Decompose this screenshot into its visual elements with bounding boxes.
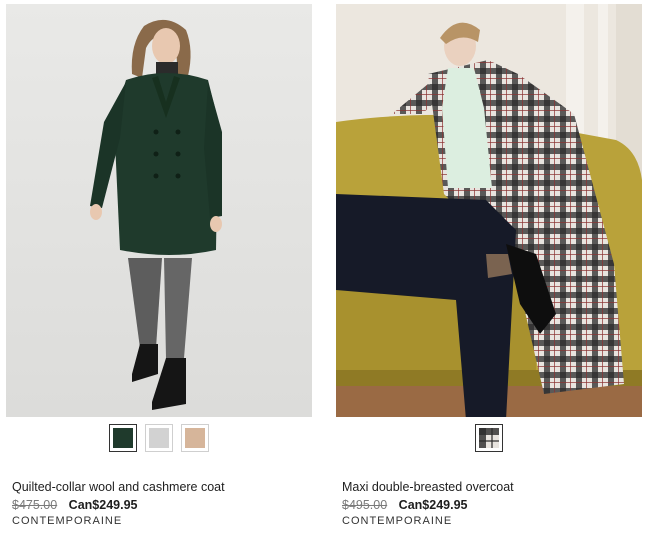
swatch-chip (185, 428, 205, 448)
color-swatch-green[interactable] (109, 424, 137, 452)
swatch-chip (479, 428, 499, 448)
product-image[interactable] (6, 4, 312, 417)
price-row: $475.00 Can$249.95 (12, 497, 312, 513)
brand-name: CONTEMPORAINE (12, 515, 123, 527)
sale-price: Can$249.95 (398, 498, 468, 512)
color-swatches (336, 424, 642, 454)
brand-name: CONTEMPORAINE (342, 515, 453, 527)
color-swatch-grey[interactable] (145, 424, 173, 452)
product-name[interactable]: Quilted-collar wool and cashmere coat (12, 480, 312, 495)
color-swatches (6, 424, 312, 454)
original-price: $495.00 (342, 498, 388, 512)
original-price: $475.00 (12, 498, 58, 512)
product-info: Quilted-collar wool and cashmere coat $4… (12, 480, 312, 528)
product-info: Maxi double-breasted overcoat $495.00 Ca… (342, 480, 642, 528)
swatch-chip (113, 428, 133, 448)
sale-price: Can$249.95 (68, 498, 138, 512)
price-row: $495.00 Can$249.95 (342, 497, 642, 513)
product-image[interactable] (336, 4, 642, 417)
color-swatch-camel[interactable] (181, 424, 209, 452)
color-swatch-plaid[interactable] (475, 424, 503, 452)
product-name[interactable]: Maxi double-breasted overcoat (342, 480, 642, 495)
swatch-chip (149, 428, 169, 448)
